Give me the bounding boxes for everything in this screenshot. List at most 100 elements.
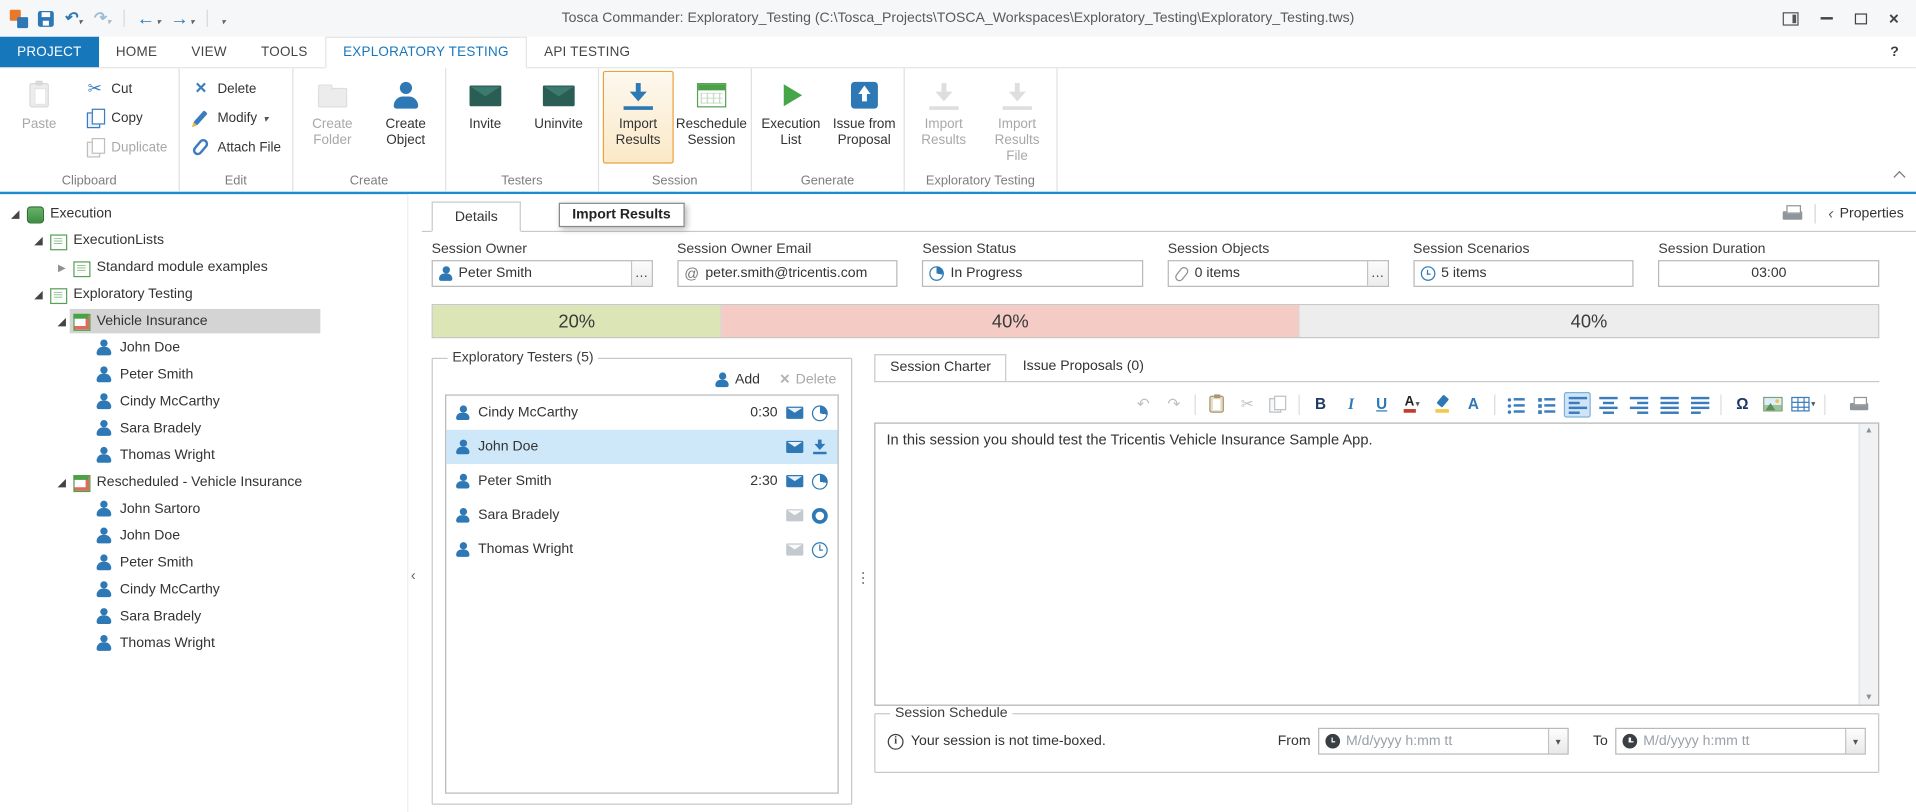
collapse-ribbon-button[interactable]	[1892, 167, 1907, 182]
justify-icon[interactable]	[1656, 391, 1683, 417]
expander-icon[interactable]	[7, 207, 23, 220]
print-icon[interactable]	[1845, 391, 1872, 417]
navigate-forward-button[interactable]	[170, 8, 194, 29]
tree-node[interactable]: Standard module examples	[0, 254, 407, 281]
uninvite-button[interactable]: Uninvite	[523, 71, 594, 164]
tester-status-icon[interactable]	[812, 405, 828, 421]
scroll-up-icon[interactable]	[1865, 426, 1873, 435]
navigate-back-button[interactable]	[137, 8, 161, 29]
font-style-icon[interactable]: A	[1460, 391, 1487, 417]
chevron-down-icon[interactable]	[77, 9, 83, 27]
numbered-list-icon[interactable]	[1533, 391, 1560, 417]
underline-icon[interactable]: U	[1368, 391, 1395, 417]
chevron-down-icon[interactable]	[106, 9, 112, 27]
tester-row[interactable]: John Doe	[446, 430, 837, 464]
session-owner-input[interactable]: Peter Smith	[432, 260, 653, 287]
undo-icon[interactable]: ↶	[1130, 391, 1157, 417]
schedule-to-input[interactable]: M/d/yyyy h:mm tt	[1615, 728, 1866, 755]
tree-node[interactable]: Exploratory Testing	[0, 281, 407, 308]
add-tester-button[interactable]: Add	[715, 372, 760, 387]
tab-api-testing[interactable]: API TESTING	[527, 37, 647, 68]
tester-row[interactable]: Thomas Wright	[446, 532, 837, 566]
tree-node[interactable]: Cindy McCarthy	[0, 388, 407, 415]
scroll-down-icon[interactable]	[1865, 694, 1873, 703]
mail-icon[interactable]	[786, 407, 803, 419]
tree-node[interactable]: Rescheduled - Vehicle Insurance	[0, 469, 407, 496]
paste-button[interactable]: Paste	[4, 71, 75, 164]
redo-button[interactable]	[92, 9, 111, 29]
align-left-icon[interactable]	[1564, 391, 1591, 417]
maximize-button[interactable]	[1855, 13, 1867, 24]
tester-row[interactable]: Peter Smith 2:30	[446, 464, 837, 498]
copy-button[interactable]: Copy	[77, 104, 175, 132]
chevron-down-icon[interactable]	[263, 111, 268, 126]
tree-node[interactable]: ExecutionLists	[0, 227, 407, 254]
tester-status-icon[interactable]	[812, 507, 828, 523]
cut-icon[interactable]: ✂	[1234, 391, 1261, 417]
panel-splitter[interactable]	[852, 350, 874, 804]
italic-icon[interactable]: I	[1338, 391, 1365, 417]
highlight-icon[interactable]	[1429, 391, 1456, 417]
tree-node[interactable]: Cindy McCarthy	[0, 576, 407, 603]
tree-node[interactable]: Sara Bradely	[0, 603, 407, 630]
modify-button[interactable]: Modify	[183, 104, 288, 132]
tab-home[interactable]: HOME	[99, 37, 175, 68]
delete-tester-button[interactable]: Delete	[780, 370, 837, 388]
tree-splitter[interactable]	[407, 194, 422, 812]
customize-toolbar-button[interactable]	[220, 9, 226, 27]
import-results-file-button[interactable]: Import Results File	[982, 71, 1053, 169]
session-owner-email-input[interactable]: peter.smith@tricentis.com	[677, 260, 898, 287]
font-color-icon[interactable]: A	[1399, 391, 1426, 417]
dropdown-button[interactable]	[1845, 729, 1865, 753]
import-results-et-button[interactable]: Import Results	[908, 71, 979, 164]
close-button[interactable]	[1889, 9, 1899, 27]
tree-node[interactable]: Thomas Wright	[0, 630, 407, 657]
mail-icon[interactable]	[786, 509, 803, 521]
tester-row[interactable]: Cindy McCarthy 0:30	[446, 396, 837, 430]
issue-from-proposal-button[interactable]: Issue from Proposal	[829, 71, 900, 164]
invite-button[interactable]: Invite	[450, 71, 521, 164]
mail-icon[interactable]	[786, 441, 803, 453]
paste-icon[interactable]	[1203, 391, 1230, 417]
dropdown-button[interactable]	[1548, 729, 1568, 753]
expander-icon[interactable]	[31, 288, 47, 301]
tester-row[interactable]: Sara Bradely	[446, 498, 837, 532]
schedule-from-input[interactable]: M/d/yyyy h:mm tt	[1318, 728, 1569, 755]
cut-button[interactable]: Cut	[77, 74, 175, 102]
expander-icon[interactable]	[31, 234, 47, 247]
tree-node[interactable]: John Doe	[0, 335, 407, 362]
tree-node[interactable]: John Doe	[0, 523, 407, 550]
tab-details[interactable]: Details	[432, 201, 521, 232]
tester-status-icon[interactable]	[812, 542, 828, 558]
browse-button[interactable]	[1367, 261, 1388, 285]
session-status-input[interactable]: In Progress	[922, 260, 1143, 287]
tree-node[interactable]: Vehicle Insurance	[0, 308, 407, 335]
reschedule-session-button[interactable]: Reschedule Session	[676, 71, 747, 164]
table-icon[interactable]	[1790, 391, 1817, 417]
dock-panel-icon[interactable]	[1782, 12, 1798, 25]
tab-project[interactable]: PROJECT	[0, 37, 99, 68]
tester-status-icon[interactable]	[812, 439, 828, 455]
tab-session-charter[interactable]: Session Charter	[874, 354, 1007, 382]
tree-node[interactable]: Thomas Wright	[0, 442, 407, 469]
execution-list-button[interactable]: Execution List	[755, 71, 826, 164]
mail-icon[interactable]	[786, 475, 803, 487]
tree-node[interactable]: Peter Smith	[0, 549, 407, 576]
attach-file-button[interactable]: Attach File	[183, 133, 288, 161]
align-center-icon[interactable]	[1594, 391, 1621, 417]
expander-icon[interactable]	[54, 262, 70, 273]
session-objects-input[interactable]: 0 items	[1168, 260, 1389, 287]
save-button[interactable]	[38, 10, 54, 26]
create-object-button[interactable]: Create Object	[370, 71, 441, 164]
tree-node[interactable]: Peter Smith	[0, 361, 407, 388]
chevron-down-icon[interactable]	[155, 9, 161, 27]
expander-icon[interactable]	[54, 314, 70, 327]
expander-icon[interactable]	[54, 476, 70, 489]
redo-icon[interactable]: ↷	[1160, 391, 1187, 417]
vertical-scrollbar[interactable]	[1859, 424, 1879, 705]
duplicate-button[interactable]: Duplicate	[77, 133, 175, 161]
mail-icon[interactable]	[786, 543, 803, 555]
align-right-icon[interactable]	[1625, 391, 1652, 417]
tree-node[interactable]: Execution	[0, 200, 407, 227]
delete-button[interactable]: Delete	[183, 74, 288, 102]
